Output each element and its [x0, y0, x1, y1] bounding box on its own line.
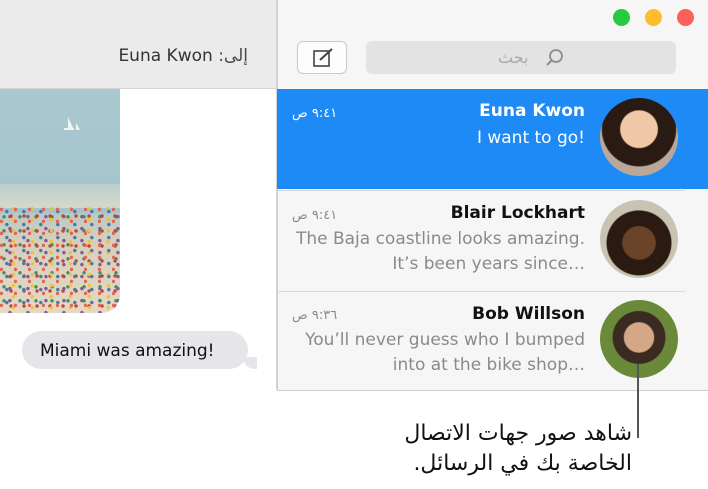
- sailboat-icon: [64, 117, 80, 130]
- contact-avatar: [600, 300, 678, 378]
- conversation-header: [0, 0, 276, 89]
- search-icon: [546, 49, 563, 66]
- search-placeholder: بحث: [498, 48, 529, 67]
- beach-photo-attachment[interactable]: [0, 89, 120, 313]
- minimize-button[interactable]: [645, 9, 662, 26]
- message-time: ٩:٣٦ ص: [292, 308, 338, 323]
- zoom-button[interactable]: [613, 9, 630, 26]
- message-time: ٩:٤١ ص: [292, 106, 338, 121]
- photo-surf: [0, 184, 120, 208]
- recipient-name: Euna Kwon: [118, 46, 213, 66]
- contact-name: Euna Kwon: [479, 101, 585, 121]
- photo-crowd: [0, 207, 120, 313]
- callout-caption: شاهد صور جهات الاتصال الخاصة بك في الرسا…: [404, 421, 632, 476]
- message-preview: You’ll never guess who I bumped into at …: [305, 330, 585, 375]
- contact-name: Bob Willson: [472, 304, 585, 324]
- compose-button[interactable]: [297, 41, 347, 74]
- contact-name: Blair Lockhart: [450, 203, 585, 223]
- message-preview: The Baja coastline looks amazing. It’s b…: [295, 229, 585, 274]
- message-time: ٩:٤١ ص: [292, 208, 338, 223]
- close-button[interactable]: [677, 9, 694, 26]
- compose-icon: [313, 48, 333, 67]
- message-bubble-tail: [243, 357, 257, 369]
- recipient-line[interactable]: إلى: Euna Kwon: [0, 46, 248, 70]
- to-label: إلى:: [218, 46, 248, 66]
- message-text: Miami was amazing!: [40, 341, 215, 361]
- contact-avatar: [600, 98, 678, 176]
- message-preview: I want to go!: [476, 128, 585, 148]
- contact-avatar: [600, 200, 678, 278]
- callout-line: [637, 364, 639, 438]
